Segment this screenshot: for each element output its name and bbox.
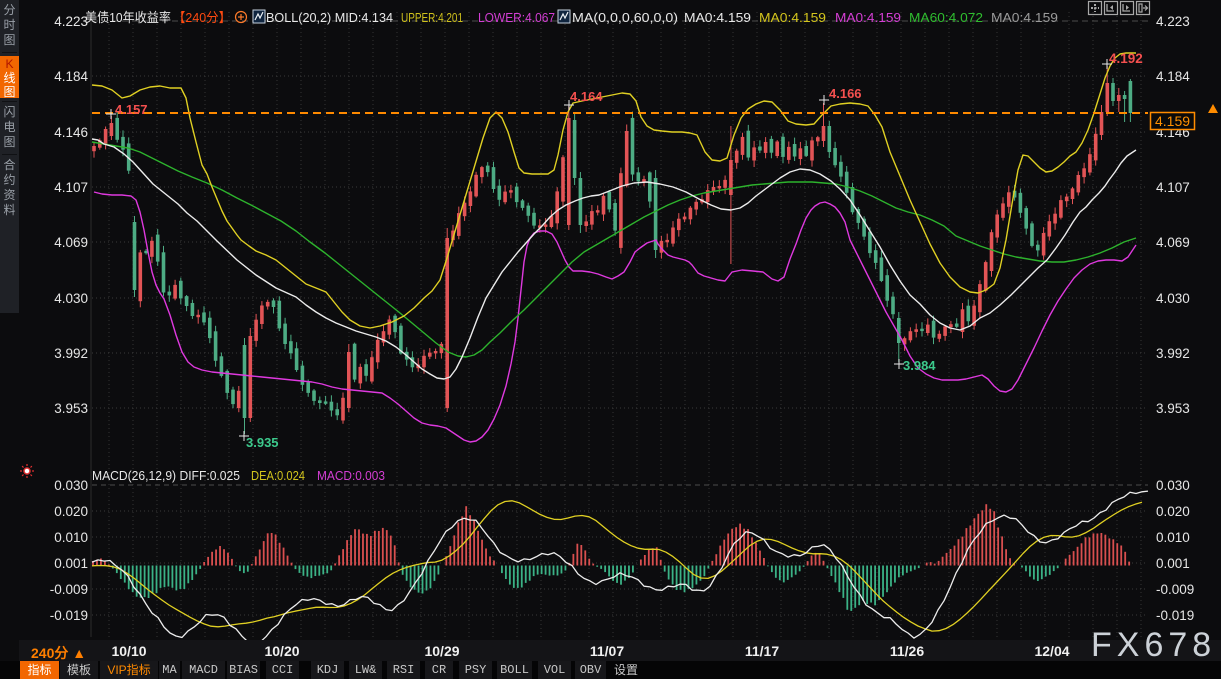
svg-text:4.069: 4.069 xyxy=(1156,235,1190,250)
svg-text:0.030: 0.030 xyxy=(54,478,88,493)
svg-text:【240分】: 【240分】 xyxy=(173,10,231,25)
svg-text:4.157: 4.157 xyxy=(115,102,148,117)
svg-text:3.935: 3.935 xyxy=(246,435,279,450)
svg-text:BOLL(20,2) MID:4.134: BOLL(20,2) MID:4.134 xyxy=(266,10,393,25)
svg-text:MACD(26,12,9) DIFF:0.025: MACD(26,12,9) DIFF:0.025 xyxy=(92,468,240,483)
svg-text:3.992: 3.992 xyxy=(54,346,88,361)
svg-text:0.030: 0.030 xyxy=(1156,478,1190,493)
svg-text:4.184: 4.184 xyxy=(54,69,88,84)
svg-text:MA0:4.159: MA0:4.159 xyxy=(991,10,1058,25)
svg-text:MA60:4.072: MA60:4.072 xyxy=(909,10,983,25)
svg-text:4.030: 4.030 xyxy=(54,291,88,306)
svg-text:3.953: 3.953 xyxy=(54,401,88,416)
svg-text:3.953: 3.953 xyxy=(1156,401,1190,416)
svg-text:4.030: 4.030 xyxy=(1156,291,1190,306)
svg-text:0.020: 0.020 xyxy=(1156,504,1190,519)
svg-text:DEA:0.024: DEA:0.024 xyxy=(251,468,305,483)
svg-text:MACD:0.003: MACD:0.003 xyxy=(317,468,385,483)
svg-text:-0.019: -0.019 xyxy=(50,608,88,623)
svg-text:4.146: 4.146 xyxy=(54,125,88,140)
svg-text:MA0:4.159: MA0:4.159 xyxy=(684,10,751,25)
svg-text:UPPER:4.201: UPPER:4.201 xyxy=(401,10,463,25)
svg-text:0.010: 0.010 xyxy=(1156,530,1190,545)
svg-text:MA(0,0,0,60,0,0): MA(0,0,0,60,0,0) xyxy=(572,10,678,25)
svg-text:0.001: 0.001 xyxy=(54,556,88,571)
svg-text:4.184: 4.184 xyxy=(1156,69,1190,84)
svg-text:3.984: 3.984 xyxy=(903,358,936,373)
svg-text:4.164: 4.164 xyxy=(570,89,603,104)
svg-text:-0.019: -0.019 xyxy=(1156,608,1194,623)
svg-text:4.069: 4.069 xyxy=(54,235,88,250)
svg-text:4.192: 4.192 xyxy=(1109,51,1143,66)
svg-text:0.001: 0.001 xyxy=(1156,556,1190,571)
svg-text:4.223: 4.223 xyxy=(54,14,88,29)
svg-text:MA0:4.159: MA0:4.159 xyxy=(759,10,826,25)
svg-text:4.166: 4.166 xyxy=(829,86,862,101)
svg-text:美债10年收益率: 美债10年收益率 xyxy=(85,10,171,25)
svg-text:4.223: 4.223 xyxy=(1156,14,1190,29)
svg-text:0.020: 0.020 xyxy=(54,504,88,519)
svg-text:4.107: 4.107 xyxy=(1156,180,1190,195)
svg-text:-0.009: -0.009 xyxy=(50,582,88,597)
svg-text:4.107: 4.107 xyxy=(54,180,88,195)
svg-text:3.992: 3.992 xyxy=(1156,346,1190,361)
svg-text:-0.009: -0.009 xyxy=(1156,582,1194,597)
svg-text:MA0:4.159: MA0:4.159 xyxy=(835,10,901,25)
svg-text:4.159: 4.159 xyxy=(1155,113,1190,129)
svg-text:0.010: 0.010 xyxy=(54,530,88,545)
svg-text:LOWER:4.067: LOWER:4.067 xyxy=(478,10,555,25)
